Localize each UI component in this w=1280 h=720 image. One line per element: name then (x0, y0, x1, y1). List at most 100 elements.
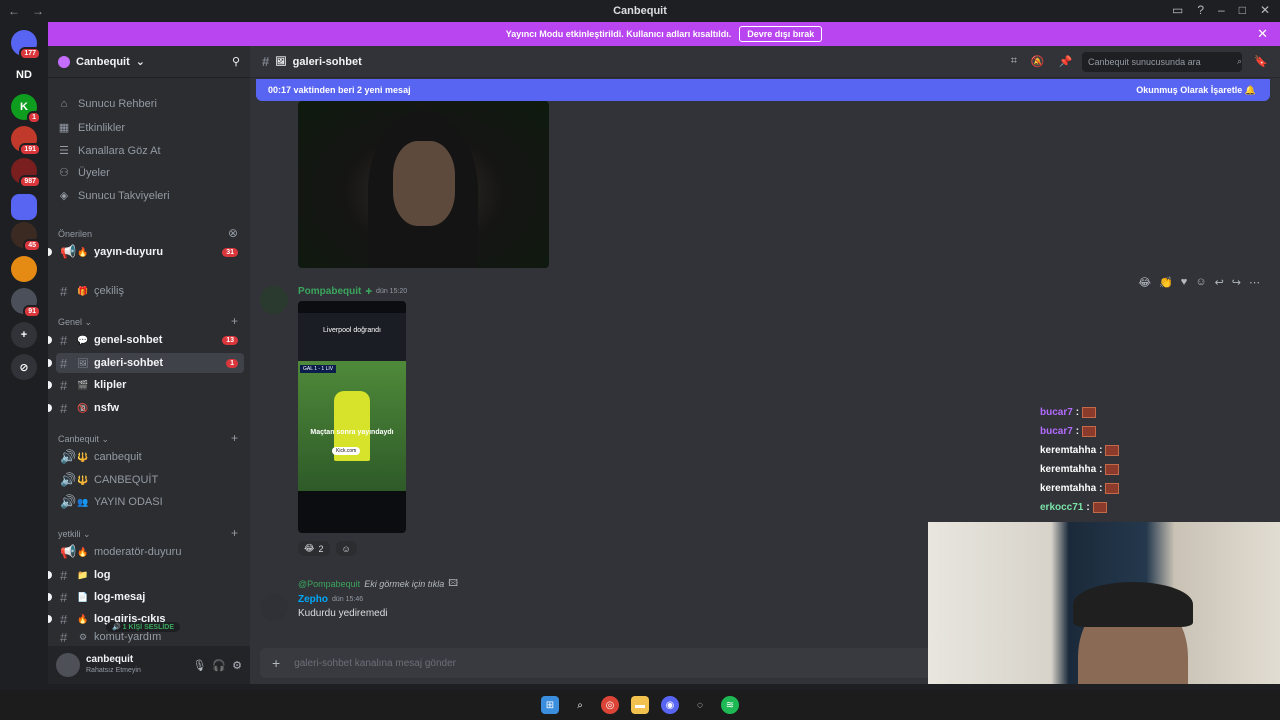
avatar[interactable] (260, 593, 288, 621)
maximize-icon[interactable]: □ (1239, 3, 1246, 17)
hash-icon: # (60, 355, 68, 371)
chrome-icon[interactable]: ◎ (601, 696, 619, 714)
add-reaction-button[interactable]: ☺ (335, 541, 357, 556)
category-genel[interactable]: Genel ⌄ + (58, 314, 238, 328)
message-image-attachment[interactable] (298, 101, 549, 268)
notifications-muted-icon[interactable]: 🔕 (1031, 55, 1045, 68)
mention-badge: 91 (23, 305, 41, 318)
nav-members[interactable]: ⚇ Üyeler (58, 166, 244, 180)
dismiss-icon[interactable]: ⊗ (228, 226, 238, 240)
add-channel-icon[interactable]: + (231, 431, 238, 445)
close-icon[interactable]: ✕ (1260, 3, 1270, 17)
message-author[interactable]: Pompabequit (298, 286, 361, 297)
server-icon[interactable]: 45 (11, 222, 41, 252)
add-channel-icon[interactable]: + (231, 526, 238, 540)
spotify-icon[interactable]: ≋ (721, 696, 739, 714)
voice-channel-canbequit[interactable]: 🔊 🔱 canbequit (56, 447, 244, 467)
voice-users-badge[interactable]: 🔊 1 KİŞİ SESLİDE (106, 622, 181, 632)
hash-icon: # (60, 332, 68, 348)
help-icon[interactable]: ? (1197, 3, 1204, 17)
channel-nsfw[interactable]: # 🔞 nsfw (48, 398, 244, 418)
add-channel-icon[interactable]: + (231, 314, 238, 328)
invite-icon[interactable]: ⚲ (232, 55, 240, 68)
headphones-icon[interactable]: 🎧 (212, 659, 226, 672)
channel-yayin-duyuru[interactable]: 📢 🔥 yayın-duyuru 31 (48, 242, 244, 262)
inbox-bookmark-icon[interactable]: 🔖 (1254, 55, 1268, 68)
new-messages-text: 00:17 vaktinden beri 2 yeni mesaj (268, 85, 411, 95)
add-attachment-icon[interactable]: + (272, 655, 280, 671)
discord-icon[interactable]: ◉ (661, 696, 679, 714)
add-server-icon[interactable]: + (11, 322, 37, 348)
nav-events[interactable]: ▦ Etkinlikler (58, 121, 244, 135)
reply-icon[interactable]: ↩ (1215, 276, 1224, 289)
pin-icon[interactable]: 📌 (1059, 55, 1073, 68)
mention-badge: 1 (226, 358, 238, 368)
kick-badge-icon: ✚ (365, 287, 373, 296)
channel-log-mesaj[interactable]: # 📄 log-mesaj (48, 587, 244, 607)
search-icon[interactable]: ⌕ (571, 696, 589, 714)
channel-klipler[interactable]: # 🎬 klipler (48, 375, 244, 395)
reply-reference[interactable]: @Pompabequit Eki görmek için tıkla 🖾 (298, 576, 458, 592)
forward-icon[interactable]: ↪ (1232, 276, 1241, 289)
server-icon[interactable]: 91 (11, 288, 41, 318)
avatar[interactable] (260, 286, 288, 314)
more-icon[interactable]: ⋯ (1249, 276, 1260, 289)
reactions: 😂 2 ☺ (298, 541, 357, 556)
mention-badge: 13 (222, 335, 238, 345)
channel-cekilis[interactable]: # 🎁 çekiliş (56, 281, 244, 301)
search-input[interactable]: Canbequit sunucusunda ara (1082, 52, 1242, 72)
channel-moderator-duyuru[interactable]: 📢 🔥 moderatör-duyuru (56, 542, 244, 562)
channel-genel-sohbet[interactable]: # 💬 genel-sohbet 13 (48, 330, 244, 350)
channel-galeri-sohbet[interactable]: # 🖼 galeri-sohbet 1 (48, 353, 244, 373)
server-icon[interactable]: 987 (11, 158, 41, 188)
nav-server-guide[interactable]: ⌂ Sunucu Rehberi (58, 98, 244, 110)
server-header[interactable]: Canbequit ⌄ ⚲ (48, 46, 250, 78)
reaction-chip[interactable]: 😂 2 (298, 541, 330, 556)
channel-log[interactable]: # 📁 log (48, 565, 244, 585)
app-icon[interactable]: ◌ (691, 696, 709, 714)
server-icon[interactable] (11, 194, 37, 220)
minimize-icon[interactable]: – (1218, 3, 1225, 17)
close-banner-icon[interactable]: ✕ (1257, 26, 1268, 42)
emote-icon (1092, 502, 1107, 513)
category-canbequit[interactable]: Canbequit ⌄ + (58, 431, 238, 445)
mention-badge: 45 (23, 239, 41, 252)
channel-komut-yardim[interactable]: # ⚙ komut-yardım (56, 630, 244, 644)
laugh-reaction-icon[interactable]: 😂 (1138, 276, 1151, 289)
list-icon: ☰ (59, 145, 69, 157)
mark-as-read-button[interactable]: Okunmuş Olarak İşaretle 🔔 (1136, 85, 1256, 96)
chevron-down-icon: ⌄ (135, 56, 145, 68)
composer-placeholder: galeri-sohbet kanalına mesaj gönder (294, 657, 456, 669)
emote-icon (1082, 426, 1097, 437)
server-icon[interactable]: ND (11, 62, 37, 88)
inbox-icon[interactable]: ▭ (1172, 3, 1183, 17)
server-icon[interactable] (11, 256, 37, 282)
folder-icon[interactable]: ▬ (631, 696, 649, 714)
stream-chat-overlay: bucar7: bucar7: keremtahha: keremtahha: kere… (1040, 403, 1280, 517)
discover-icon[interactable]: ⊘ (11, 354, 37, 380)
disable-streamer-mode-button[interactable]: Devre dışı bırak (739, 26, 823, 42)
threads-icon[interactable]: ⌗ (1011, 55, 1017, 68)
voice-channel-canbequit-upper[interactable]: 🔊 🔱 CANBEQUİT (56, 470, 244, 490)
server-icon[interactable]: K1 (11, 94, 41, 124)
category-suggested: Önerilen ⊗ (58, 226, 238, 240)
clap-reaction-icon[interactable]: 👏 (1159, 276, 1173, 289)
avatar[interactable] (56, 653, 80, 677)
voice-channel-yayin-odasi[interactable]: 🔊 👥 YAYIN ODASI (56, 492, 244, 512)
add-reaction-icon[interactable]: ☺ (1195, 276, 1206, 289)
heart-reaction-icon[interactable]: ♥ (1181, 276, 1188, 289)
message-author[interactable]: Zepho (298, 594, 328, 605)
server-icon[interactable]: 191 (11, 126, 41, 156)
settings-gear-icon[interactable]: ⚙ (232, 659, 242, 672)
stream-chat-user: keremtahha (1040, 464, 1097, 475)
hash-icon: # (60, 400, 68, 416)
video-attachment[interactable]: Liverpool doğrandı GAL 1 - 1 LIV Maçtan … (298, 301, 406, 533)
nav-browse-channels[interactable]: ☰ Kanallara Göz At (58, 144, 244, 158)
microphone-icon[interactable]: 🎙 (192, 659, 206, 672)
category-yetkili[interactable]: yetkili ⌄ + (58, 526, 238, 540)
new-messages-bar[interactable]: 00:17 vaktinden beri 2 yeni mesaj Okunmu… (256, 79, 1270, 101)
reply-text: Eki görmek için tıkla (364, 579, 445, 589)
server-icon[interactable]: 177 (11, 30, 41, 60)
start-icon[interactable]: ⊞ (541, 696, 559, 714)
nav-boosts[interactable]: ◈ Sunucu Takviyeleri (58, 189, 244, 203)
